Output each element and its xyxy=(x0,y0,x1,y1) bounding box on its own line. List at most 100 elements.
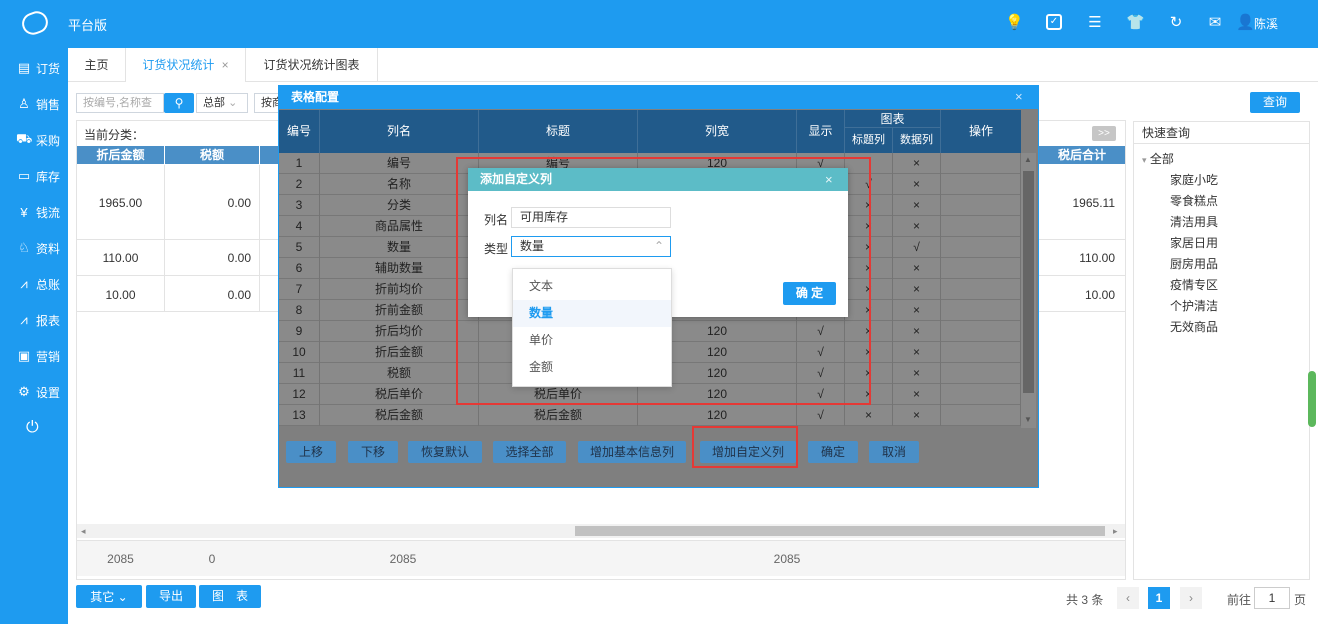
type-select[interactable]: 数量 ⌃ xyxy=(511,236,671,257)
sidebar-item-report[interactable]: ⩘ 报表 xyxy=(0,302,68,338)
col-chart-header: 图表 xyxy=(845,110,941,128)
config-cell-cd[interactable]: × xyxy=(893,384,941,405)
config-cell-cd[interactable]: × xyxy=(893,321,941,342)
other-button[interactable]: 其它 ⌄ xyxy=(76,585,142,608)
option-unit-price[interactable]: 单价 xyxy=(513,327,671,354)
move-down-button[interactable]: 下移 xyxy=(348,441,398,463)
sidebar-item-inventory[interactable]: ▭ 库存 xyxy=(0,158,68,194)
search-input[interactable]: 按编号,名称查 xyxy=(76,93,164,113)
column-header[interactable]: 折后金额 xyxy=(77,146,164,164)
sidebar-item-order[interactable]: ▤ 订货 xyxy=(0,50,68,86)
tree-item[interactable]: 零食糕点 xyxy=(1170,192,1218,209)
tree-item[interactable]: 疫情专区 xyxy=(1170,276,1218,293)
side-scroll-handle[interactable] xyxy=(1308,371,1316,427)
config-cell-ops xyxy=(941,216,1021,237)
goto-page-input[interactable]: 1 xyxy=(1254,587,1290,609)
mail-icon[interactable]: ✉ xyxy=(1206,14,1224,32)
chevron-down-icon: ⌄ xyxy=(117,589,128,604)
horizontal-scrollbar[interactable]: ◂ ▸ xyxy=(77,524,1125,538)
config-cell-ops xyxy=(941,153,1021,174)
config-cell-cd[interactable]: × xyxy=(893,405,941,426)
scroll-down-icon[interactable]: ▼ xyxy=(1024,415,1032,424)
tab-home[interactable]: 主页 xyxy=(68,48,126,82)
export-button[interactable]: 导出 xyxy=(146,585,196,608)
option-quantity[interactable]: 数量 xyxy=(513,300,671,327)
sidebar-item-purchase[interactable]: ⛟ 采购 xyxy=(0,122,68,158)
page-number[interactable]: 1 xyxy=(1148,587,1170,609)
column-header[interactable]: 税额 xyxy=(165,146,259,164)
config-cell-cd[interactable]: × xyxy=(893,279,941,300)
scrollbar-thumb[interactable] xyxy=(1023,171,1034,393)
vertical-scrollbar[interactable]: ▲ ▼ xyxy=(1021,153,1036,428)
config-cell-cd[interactable]: × xyxy=(893,195,941,216)
select-all-button[interactable]: 选择全部 xyxy=(493,441,566,463)
chart-button[interactable]: 图 表 xyxy=(199,585,261,608)
user-name[interactable]: 陈溪 xyxy=(1254,15,1278,32)
bulb-icon[interactable]: 💡 xyxy=(1005,14,1024,32)
scroll-right-icon[interactable]: ▸ xyxy=(1113,526,1118,537)
config-cell-cd[interactable]: × xyxy=(893,300,941,321)
report-chart-icon: ⩘ xyxy=(20,312,28,327)
config-cell-cd[interactable]: √ xyxy=(893,237,941,258)
expand-button[interactable]: >> xyxy=(1092,126,1116,141)
config-cell-cd[interactable]: × xyxy=(893,363,941,384)
config-cell-show[interactable]: √ xyxy=(797,405,845,426)
config-cell-cd[interactable]: × xyxy=(893,216,941,237)
next-page-button[interactable]: › xyxy=(1180,587,1202,609)
prev-page-button[interactable]: ‹ xyxy=(1117,587,1139,609)
tree-item[interactable]: 家居日用 xyxy=(1170,234,1218,251)
tree-item[interactable]: 厨房用品 xyxy=(1170,255,1218,272)
branch-select[interactable]: 总部 ⌄ xyxy=(196,93,248,113)
tree-item[interactable]: 个护清洁 xyxy=(1170,297,1218,314)
sidebar-item-ledger[interactable]: ⩘ 总账 xyxy=(0,266,68,302)
confirm-button[interactable]: 确定 xyxy=(808,441,858,463)
search-button[interactable]: ⚲ xyxy=(164,93,194,113)
sidebar-item-marketing[interactable]: ▣ 营销 xyxy=(0,338,68,374)
tab-label: 订货状况统计 xyxy=(142,58,215,72)
sidebar-item-label: 报表 xyxy=(36,313,61,328)
shirt-icon[interactable]: 👕 xyxy=(1126,14,1145,32)
scrollbar-thumb[interactable] xyxy=(575,526,1105,536)
option-amount[interactable]: 金额 xyxy=(513,354,671,381)
tab-order-stats[interactable]: 订货状况统计 × xyxy=(126,48,246,82)
close-icon[interactable]: × xyxy=(825,172,833,187)
restore-default-button[interactable]: 恢复默认 xyxy=(408,441,482,463)
column-header[interactable]: 税后合计 xyxy=(1039,146,1125,164)
sidebar-item-sales[interactable]: ♙ 销售 xyxy=(0,86,68,122)
ok-button[interactable]: 确 定 xyxy=(783,282,836,305)
query-button[interactable]: 查询 xyxy=(1250,92,1300,113)
config-cell-cd[interactable]: × xyxy=(893,258,941,279)
refresh-icon[interactable]: ↻ xyxy=(1167,14,1185,32)
move-up-button[interactable]: 上移 xyxy=(286,441,336,463)
power-button[interactable]: ⏻ xyxy=(0,410,68,446)
tab-order-stats-chart[interactable]: 订货状况统计图表 xyxy=(246,48,378,82)
sidebar-item-label: 营销 xyxy=(36,349,61,364)
cell-amount: 1965.00 xyxy=(98,196,143,210)
scroll-up-icon[interactable]: ▲ xyxy=(1024,155,1032,164)
config-cell-cd[interactable]: × xyxy=(893,174,941,195)
check-square-icon[interactable]: ✓ xyxy=(1046,14,1062,30)
menu-icon[interactable]: ☰ xyxy=(1086,14,1104,32)
tree-item[interactable]: 家庭小吃 xyxy=(1170,171,1218,188)
config-cell-cd[interactable]: × xyxy=(893,153,941,174)
col-title-header: 标题 xyxy=(479,110,638,153)
config-row[interactable]: 13 税后金额 税后金额 120 √ × × xyxy=(279,405,1021,426)
column-name-input[interactable]: 可用库存 xyxy=(511,207,671,228)
close-icon[interactable]: × xyxy=(1015,89,1023,104)
sidebar-item-data[interactable]: ♘ 资料 xyxy=(0,230,68,266)
sidebar-item-label: 资料 xyxy=(36,241,61,256)
sidebar-item-cashflow[interactable]: ¥ 钱流 xyxy=(0,194,68,230)
sidebar-item-settings[interactable]: ⚙ 设置 xyxy=(0,374,68,410)
tab-close-icon[interactable]: × xyxy=(222,58,229,72)
tree-item[interactable]: 清洁用具 xyxy=(1170,213,1218,230)
cancel-button[interactable]: 取消 xyxy=(869,441,919,463)
config-cell-ct[interactable]: × xyxy=(845,405,893,426)
tree-root[interactable]: ▾ 全部 xyxy=(1142,150,1174,167)
add-basic-column-button[interactable]: 增加基本信息列 xyxy=(578,441,686,463)
option-text[interactable]: 文本 xyxy=(513,273,671,300)
user-icon[interactable]: 👤 xyxy=(1236,14,1255,32)
scroll-left-icon[interactable]: ◂ xyxy=(81,526,86,537)
col-divider xyxy=(259,165,260,312)
config-cell-cd[interactable]: × xyxy=(893,342,941,363)
tree-item[interactable]: 无效商品 xyxy=(1170,318,1218,335)
